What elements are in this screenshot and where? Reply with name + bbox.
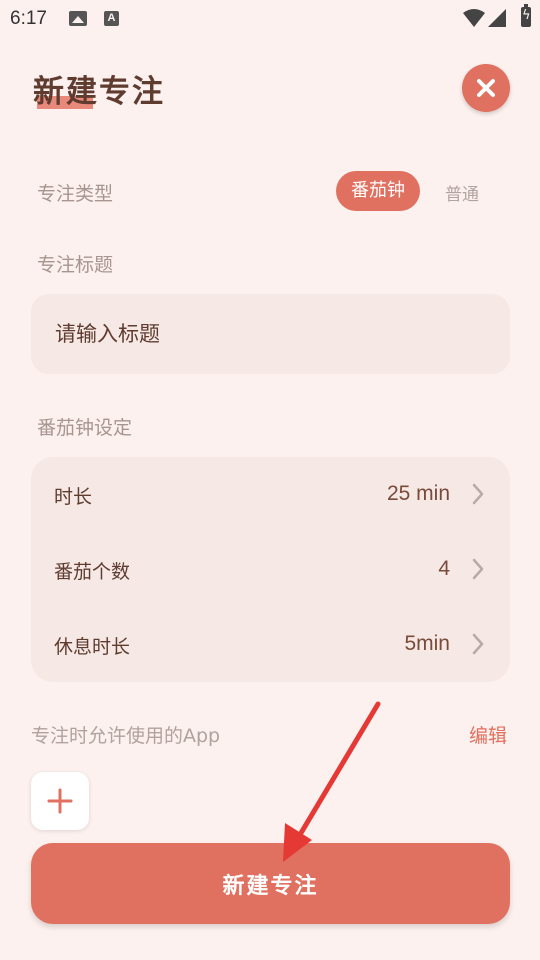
type-option-pomodoro[interactable]: 番茄钟 bbox=[336, 171, 420, 211]
add-app-button[interactable] bbox=[31, 772, 89, 830]
edit-apps-link[interactable]: 编辑 bbox=[469, 721, 507, 748]
create-focus-label: 新建专注 bbox=[222, 873, 319, 899]
new-focus-screen: 6:17 A 新建专注 专注类型 番茄钟 普通 专注标题 番茄钟设定 时长 25… bbox=[0, 0, 540, 960]
close-button[interactable] bbox=[462, 64, 510, 112]
setting-value: 25 min bbox=[386, 482, 450, 505]
focus-type-label: 专注类型 bbox=[37, 183, 114, 205]
chevron-right-icon bbox=[472, 558, 484, 580]
setting-label: 番茄个数 bbox=[54, 561, 131, 583]
setting-label: 休息时长 bbox=[54, 636, 131, 658]
pomodoro-settings-label: 番茄钟设定 bbox=[37, 417, 133, 439]
close-icon bbox=[477, 79, 495, 97]
allowed-apps-label: 专注时允许使用的App bbox=[31, 725, 221, 747]
status-bar: 6:17 A bbox=[0, 0, 540, 38]
image-icon bbox=[69, 11, 87, 26]
focus-title-label: 专注标题 bbox=[37, 254, 114, 276]
text-a-icon: A bbox=[104, 11, 119, 26]
setting-label: 时长 bbox=[54, 486, 93, 508]
type-option-normal[interactable]: 普通 bbox=[445, 180, 479, 205]
setting-row-pomodoro-count[interactable]: 番茄个数 4 bbox=[31, 533, 510, 607]
title-input-box bbox=[31, 294, 510, 374]
title-input[interactable] bbox=[55, 294, 485, 374]
setting-row-duration[interactable]: 时长 25 min bbox=[31, 458, 510, 532]
chevron-right-icon bbox=[472, 633, 484, 655]
signal-icon bbox=[488, 9, 506, 27]
pomodoro-settings-card: 时长 25 min 番茄个数 4 休息时长 5min bbox=[31, 457, 510, 682]
chevron-right-icon bbox=[472, 483, 484, 505]
status-time: 6:17 bbox=[10, 8, 47, 29]
plus-icon bbox=[47, 788, 73, 814]
page-title: 新建专注 bbox=[33, 74, 165, 110]
wifi-icon bbox=[463, 9, 485, 27]
battery-charging-icon bbox=[521, 4, 531, 27]
setting-value: 5min bbox=[404, 632, 450, 655]
page-title-wrap: 新建专注 bbox=[33, 66, 165, 111]
setting-row-break-duration[interactable]: 休息时长 5min bbox=[31, 608, 510, 682]
create-focus-button[interactable]: 新建专注 bbox=[31, 843, 510, 924]
setting-value: 4 bbox=[438, 557, 450, 580]
